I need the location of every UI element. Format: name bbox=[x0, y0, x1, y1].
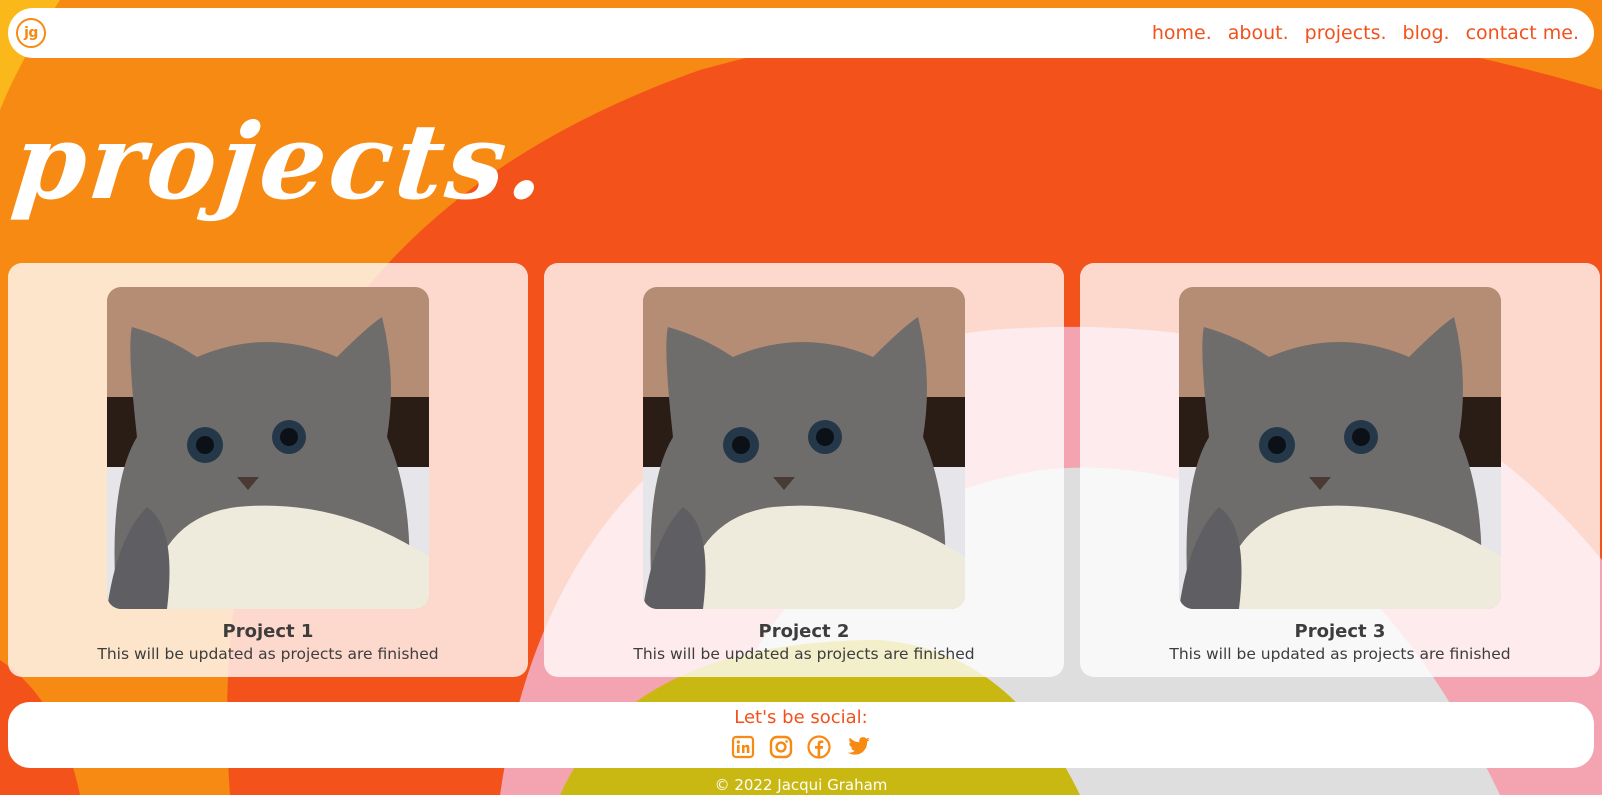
nav-link-about[interactable]: about. bbox=[1228, 22, 1289, 44]
project-description: This will be updated as projects are fin… bbox=[633, 645, 975, 663]
twitter-icon[interactable] bbox=[845, 735, 871, 759]
instagram-icon[interactable] bbox=[769, 735, 793, 759]
project-title: Project 1 bbox=[222, 621, 314, 642]
project-cards: Project 1 This will be updated as projec… bbox=[8, 263, 1600, 677]
project-card[interactable]: Project 1 This will be updated as projec… bbox=[8, 263, 528, 677]
logo-text: jg bbox=[24, 25, 38, 41]
social-bar: Let's be social: bbox=[8, 702, 1594, 768]
page-title: projects. bbox=[7, 100, 555, 223]
kitten-photo bbox=[1179, 287, 1501, 609]
linkedin-icon[interactable] bbox=[731, 735, 755, 759]
nav-link-home[interactable]: home. bbox=[1152, 22, 1212, 44]
project-card[interactable]: Project 2 This will be updated as projec… bbox=[544, 263, 1064, 677]
social-heading: Let's be social: bbox=[734, 707, 868, 728]
social-icons bbox=[731, 735, 871, 759]
nav-links: home. about. projects. blog. contact me. bbox=[1152, 22, 1579, 44]
project-description: This will be updated as projects are fin… bbox=[97, 645, 439, 663]
top-navbar: jg home. about. projects. blog. contact … bbox=[8, 8, 1594, 58]
nav-link-blog[interactable]: blog. bbox=[1403, 22, 1450, 44]
nav-link-projects[interactable]: projects. bbox=[1305, 22, 1387, 44]
facebook-icon[interactable] bbox=[807, 735, 831, 759]
project-title: Project 3 bbox=[1294, 621, 1386, 642]
project-title: Project 2 bbox=[758, 621, 850, 642]
kitten-photo bbox=[643, 287, 965, 609]
project-card[interactable]: Project 3 This will be updated as projec… bbox=[1080, 263, 1600, 677]
project-description: This will be updated as projects are fin… bbox=[1169, 645, 1511, 663]
kitten-photo bbox=[107, 287, 429, 609]
nav-link-contact[interactable]: contact me. bbox=[1466, 22, 1579, 44]
logo[interactable]: jg bbox=[16, 18, 46, 48]
footer-copyright: © 2022 Jacqui Graham bbox=[714, 776, 888, 794]
